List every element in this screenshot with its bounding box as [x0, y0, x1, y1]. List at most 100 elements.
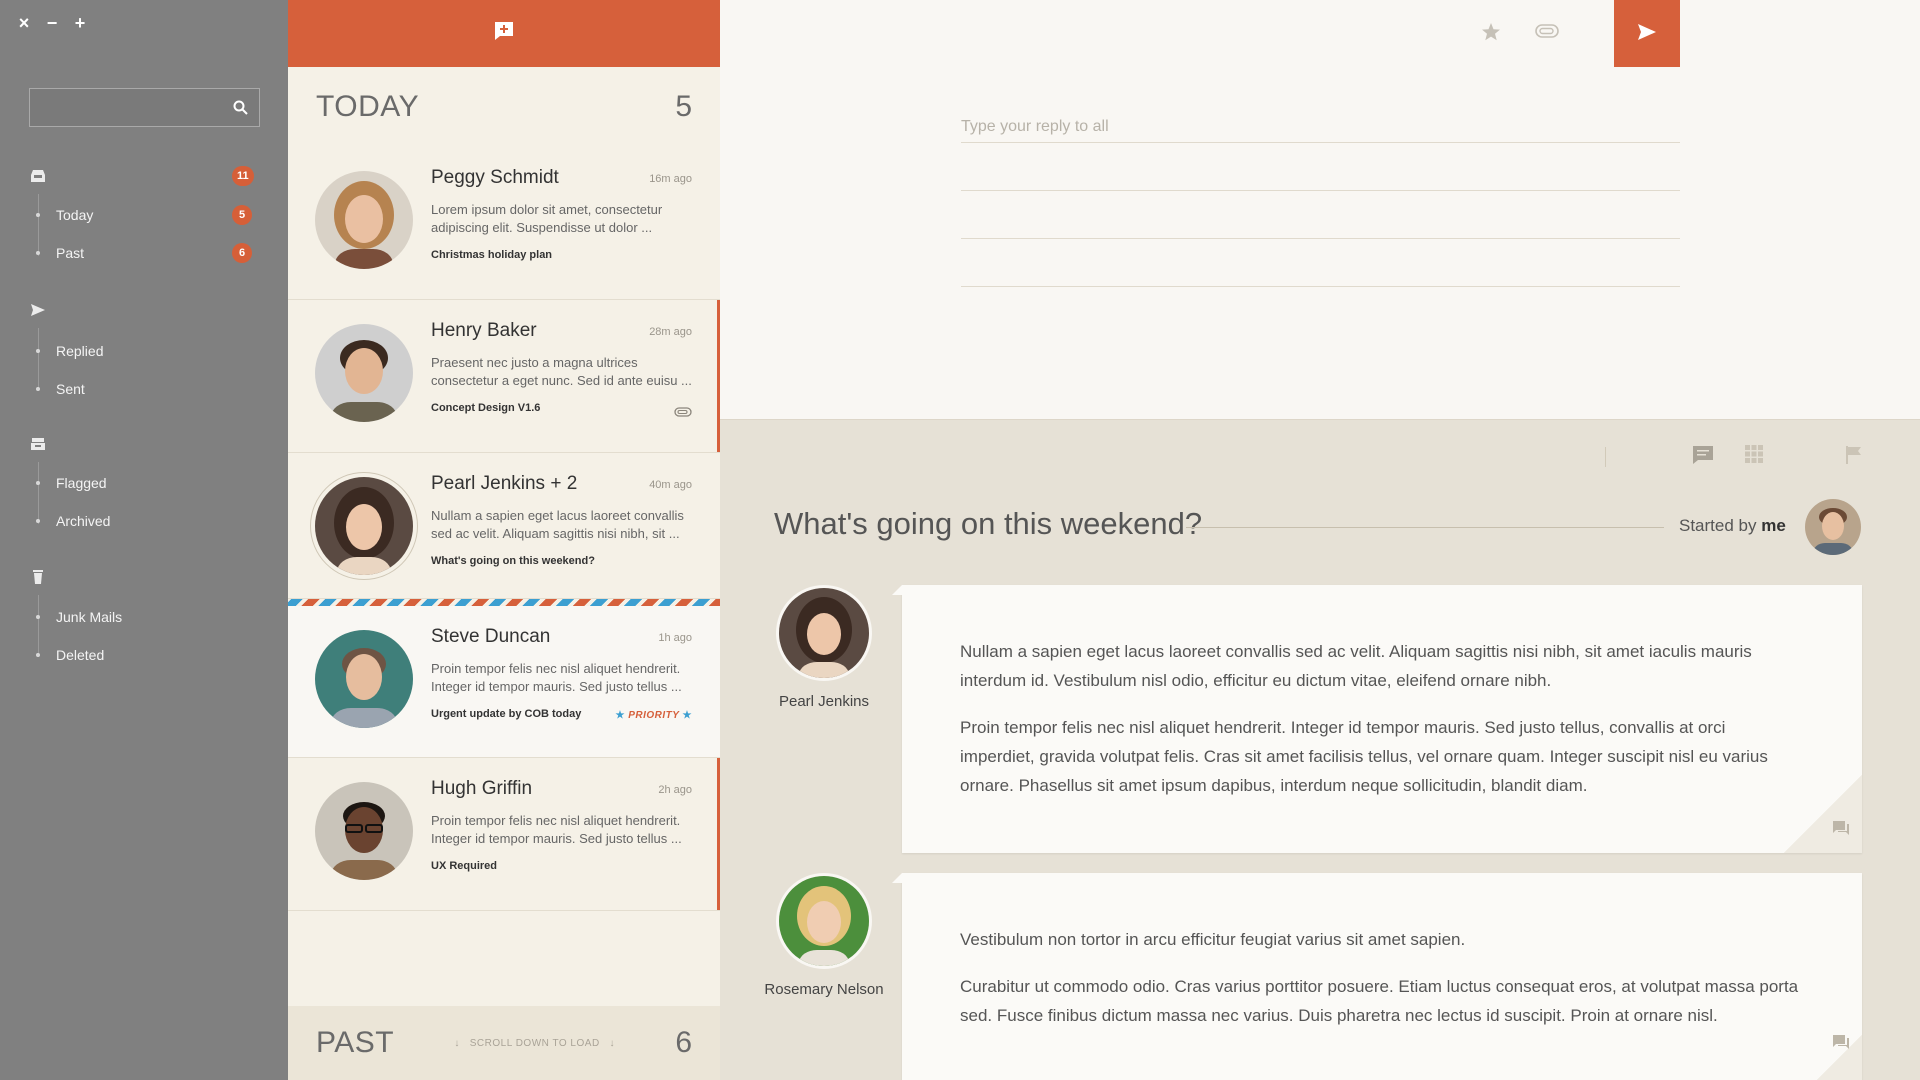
message-item[interactable]: Peggy Schmidt 16m ago Lorem ipsum dolor … [288, 147, 720, 300]
reply-icon[interactable] [1832, 820, 1850, 841]
reply-panel [720, 0, 1920, 420]
sidebar-item-junk-mails[interactable]: Junk Mails [36, 606, 268, 628]
message-list: TODAY 5 Peggy Schmidt 16m ago Lorem ipsu… [288, 0, 720, 1080]
post-paragraph: Curabitur ut commodo odio. Cras varius p… [960, 977, 1799, 1025]
compose-icon [493, 20, 515, 47]
window-controls: × − + [16, 14, 88, 32]
sidebar-item-label: Junk Mails [56, 609, 123, 625]
maximize-window-button[interactable]: + [72, 14, 88, 32]
message-item[interactable]: Steve Duncan 1h ago Proin tempor felis n… [288, 606, 720, 758]
star-icon[interactable] [1481, 22, 1501, 47]
attach-icon[interactable] [1535, 24, 1559, 43]
message-time: 16m ago [649, 173, 692, 185]
reply-icon[interactable] [1832, 1034, 1850, 1055]
message-time: 40m ago [649, 479, 692, 491]
sidebar-item-label: Replied [56, 343, 104, 359]
post-card: Nullam a sapien eget lacus laoreet conva… [892, 585, 1862, 853]
conversation-view-icon[interactable] [1692, 445, 1714, 470]
message-preview: Lorem ipsum dolor sit amet, consectetur … [431, 202, 663, 235]
avatar [315, 324, 413, 422]
post-paragraph: Nullam a sapien eget lacus laoreet conva… [960, 642, 1752, 690]
sender-name: Hugh Griffin [431, 778, 533, 799]
inbox-unread-badge: 11 [232, 166, 254, 186]
search-icon[interactable] [233, 100, 248, 120]
thread-panel: What's going on this weekend? Started by… [720, 421, 1920, 1080]
message-item[interactable]: Henry Baker 28m ago Praesent nec justo a… [288, 300, 720, 453]
tree-dot [36, 481, 40, 485]
message-preview: Nullam a sapien eget lacus laoreet conva… [431, 508, 684, 541]
archive-icon[interactable] [30, 436, 46, 452]
avatar[interactable] [776, 873, 872, 969]
sidebar-item-label: Deleted [56, 647, 105, 663]
reply-line [961, 191, 1680, 239]
send-icon[interactable] [30, 302, 46, 318]
scroll-hint: ↓ SCROLL DOWN TO LOAD ↓ [454, 1037, 616, 1049]
message-item[interactable]: Pearl Jenkins + 2 40m ago Nullam a sapie… [288, 453, 720, 599]
minimize-window-button[interactable]: − [44, 14, 60, 32]
thread-toolbar [720, 445, 1920, 475]
sidebar-item-replied[interactable]: Replied [36, 340, 268, 362]
priority-label: PRIORITY [628, 710, 680, 721]
page-fold [1784, 1035, 1862, 1080]
past-section-title: PAST [316, 1026, 395, 1059]
flag-icon[interactable] [1845, 445, 1863, 470]
reply-line [961, 239, 1680, 287]
send-button[interactable] [1614, 0, 1680, 67]
avatar [315, 477, 413, 575]
message-subject: UX Required [431, 860, 498, 872]
today-section-count: 5 [675, 90, 692, 123]
tree-dot [36, 213, 40, 217]
sidebar-item-label: Today [56, 207, 94, 223]
tree-dot [36, 653, 40, 657]
grid-view-icon[interactable] [1745, 445, 1763, 468]
toolbar-divider [1605, 447, 1606, 467]
sidebar-item-label: Sent [56, 381, 85, 397]
priority-badge: ★ PRIORITY ★ [615, 710, 692, 721]
avatar [315, 630, 413, 728]
tree-dot [36, 519, 40, 523]
attachment-icon [674, 404, 692, 422]
avatar [315, 171, 413, 269]
star-icon: ★ [615, 710, 625, 721]
sidebar-item-today[interactable]: Today 5 [36, 204, 268, 226]
message-subject: Urgent update by COB today [431, 708, 582, 720]
message-subject: Christmas holiday plan [431, 249, 553, 261]
reply-editor [961, 97, 1680, 287]
post-card: Vestibulum non tortor in arcu efficitur … [892, 873, 1862, 1080]
sidebar-item-archived[interactable]: Archived [36, 510, 268, 532]
past-section-count: 6 [675, 1026, 692, 1059]
message-subject: What's going on this weekend? [431, 555, 595, 567]
trash-icon[interactable] [30, 569, 46, 585]
close-window-button[interactable]: × [16, 14, 32, 32]
airmail-divider [288, 599, 720, 606]
compose-button[interactable] [288, 0, 720, 67]
search-input[interactable] [30, 89, 220, 126]
sender-name: Henry Baker [431, 320, 537, 341]
past-section-header[interactable]: PAST ↓ SCROLL DOWN TO LOAD ↓ 6 [288, 1006, 720, 1080]
today-section-header: TODAY 5 [288, 67, 720, 147]
sidebar-item-label: Flagged [56, 475, 107, 491]
avatar[interactable] [776, 585, 872, 681]
message-subject: Concept Design V1.6 [431, 402, 541, 414]
post-author: Pearl Jenkins [778, 693, 870, 710]
message-item[interactable]: Hugh Griffin 2h ago Proin tempor felis n… [288, 758, 720, 911]
started-by: Started by me [1679, 516, 1786, 536]
reply-input[interactable] [961, 97, 1680, 143]
message-preview: Proin tempor felis nec nisl aliquet hend… [431, 661, 682, 694]
inbox-icon[interactable] [30, 168, 46, 184]
post-paragraph: Vestibulum non tortor in arcu efficitur … [960, 930, 1466, 949]
sender-name: Peggy Schmidt [431, 167, 559, 188]
message-time: 28m ago [649, 326, 692, 338]
sender-name: Pearl Jenkins + 2 [431, 473, 578, 494]
reply-line [961, 143, 1680, 191]
sidebar-item-flagged[interactable]: Flagged [36, 472, 268, 494]
sidebar-item-sent[interactable]: Sent [36, 378, 268, 400]
sidebar-item-deleted[interactable]: Deleted [36, 644, 268, 666]
tree-dot [36, 349, 40, 353]
search-box [29, 88, 260, 127]
sidebar-item-past[interactable]: Past 6 [36, 242, 268, 264]
avatar[interactable] [1805, 499, 1861, 555]
message-time: 1h ago [658, 632, 692, 644]
tree-dot [36, 615, 40, 619]
past-badge: 6 [232, 243, 252, 263]
